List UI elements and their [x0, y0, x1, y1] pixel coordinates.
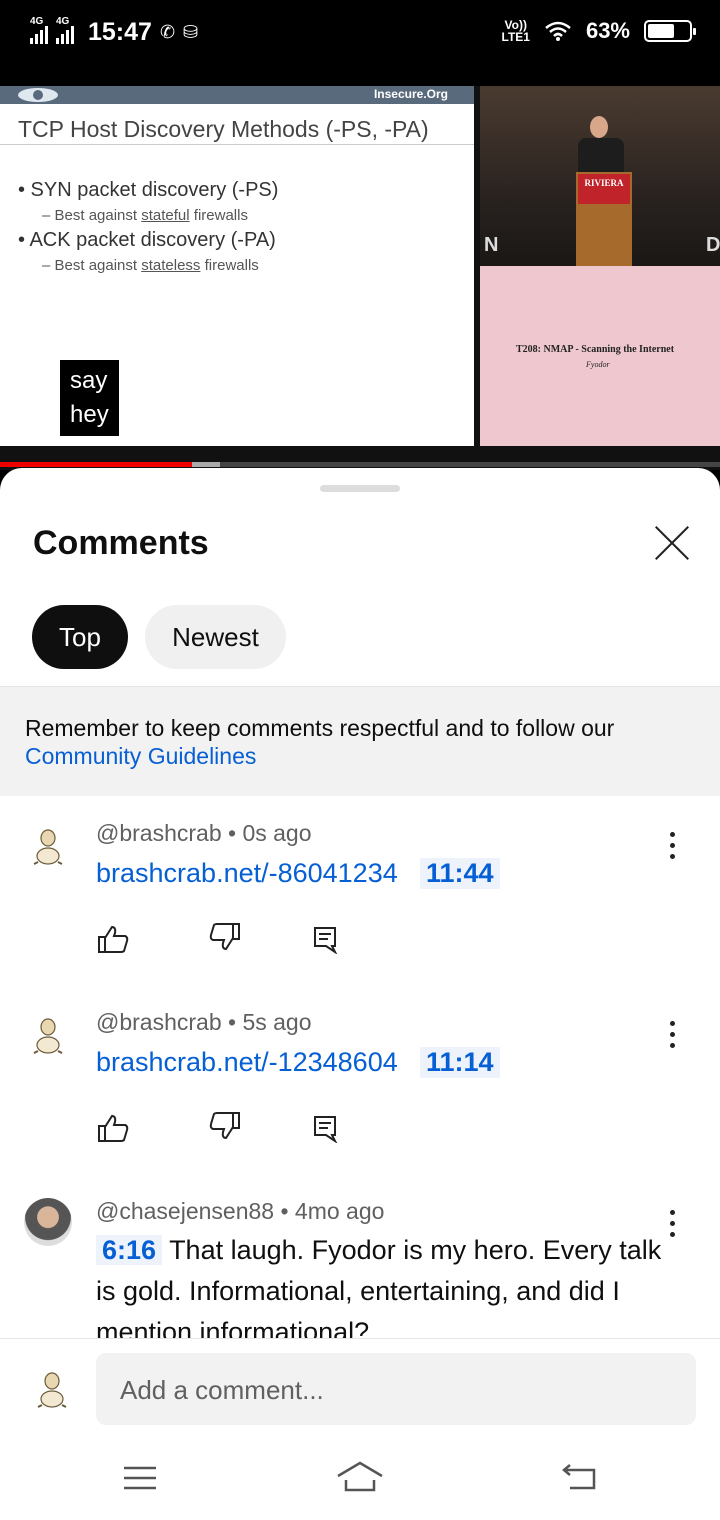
back-icon[interactable] — [560, 1462, 598, 1492]
video-slide: Insecure.Org TCP Host Discovery Methods … — [0, 86, 474, 446]
slide-subbullet: – Best against stateless firewalls — [42, 257, 259, 274]
more-options-icon[interactable] — [660, 1210, 684, 1238]
more-options-icon[interactable] — [660, 832, 684, 860]
progress-played — [0, 462, 193, 467]
talk-speaker: Fyodor — [586, 360, 610, 369]
volte-indicator: Vo)) LTE1 — [501, 18, 530, 44]
comment-timestamp[interactable]: 11:44 — [420, 858, 500, 889]
slide-brand: Insecure.Org — [373, 87, 448, 101]
battery-percent: 63% — [585, 18, 630, 43]
comment-text: 6:16 That laugh. Fyodor is my hero. Ever… — [96, 1235, 662, 1338]
video-caption: say hey — [60, 360, 119, 436]
comment-link[interactable]: brashcrab.net/-86041234 — [96, 858, 398, 889]
slide-bullet: • ACK packet discovery (-PA) — [18, 229, 276, 251]
avatar[interactable] — [30, 826, 66, 866]
comment-meta: @brashcrab • 0s ago — [96, 820, 312, 846]
drag-handle[interactable] — [320, 485, 400, 492]
slide-title: TCP Host Discovery Methods (-PS, -PA) — [18, 116, 429, 142]
community-guidelines-link[interactable]: Community Guidelines — [25, 743, 256, 770]
comment-link[interactable]: brashcrab.net/-12348604 — [96, 1047, 398, 1078]
talk-title-card: T208: NMAP - Scanning the Internet Fyodo… — [480, 266, 720, 446]
notice-text: Remember to keep comments respectful and… — [25, 715, 615, 741]
signal-strength-icon: 4G — [30, 16, 48, 44]
system-nav-bar — [0, 1438, 720, 1520]
menu-icon[interactable] — [122, 1464, 158, 1492]
home-icon[interactable] — [336, 1460, 384, 1494]
network-type-label-2: 4G — [56, 15, 70, 27]
sort-chip-newest[interactable]: Newest — [145, 605, 286, 669]
dislike-icon[interactable] — [208, 1111, 242, 1141]
avatar — [37, 1372, 67, 1408]
comments-title: Comments — [33, 524, 209, 562]
wifi-icon — [545, 21, 571, 41]
slide-header: Insecure.Org — [0, 86, 474, 104]
close-icon[interactable] — [646, 516, 698, 568]
comment-meta: @brashcrab • 5s ago — [96, 1009, 312, 1035]
comment-meta: @chasejensen88 • 4mo ago — [96, 1198, 385, 1224]
sort-chip-top[interactable]: Top — [32, 605, 128, 669]
video-progress-bar[interactable] — [0, 448, 720, 470]
talk-title: T208: NMAP - Scanning the Internet — [516, 344, 675, 355]
clock: 15:47 — [88, 18, 152, 46]
reply-icon[interactable] — [310, 1113, 344, 1143]
call-icon: ✆ — [159, 22, 176, 42]
data-saver-icon: ⛁ — [183, 22, 199, 42]
network-type-label: 4G — [30, 15, 44, 27]
slide-bullet: • SYN packet discovery (-PS) — [18, 179, 279, 201]
like-icon[interactable] — [96, 1113, 130, 1143]
dislike-icon[interactable] — [208, 922, 242, 952]
add-comment-input[interactable]: Add a comment... — [96, 1353, 696, 1425]
slide-subbullet: – Best against stateful firewalls — [42, 207, 248, 224]
eye-logo-icon — [18, 88, 58, 102]
signal-strength-icon-2: 4G — [56, 16, 74, 44]
comment-timestamp[interactable]: 11:14 — [420, 1047, 500, 1078]
status-bar: 4G 4G 15:47 ✆ ⛁ Vo)) LTE1 63% — [0, 0, 720, 86]
comment-timestamp[interactable]: 6:16 — [96, 1235, 163, 1265]
add-comment-bar: Add a comment... — [0, 1338, 720, 1438]
video-player[interactable]: Insecure.Org TCP Host Discovery Methods … — [0, 86, 720, 448]
avatar[interactable] — [30, 1015, 66, 1055]
avatar[interactable] — [24, 1198, 72, 1246]
battery-icon — [644, 20, 696, 42]
reply-icon[interactable] — [310, 924, 344, 954]
podium-sign: RIVIERA — [578, 174, 630, 204]
community-notice: Remember to keep comments respectful and… — [0, 686, 720, 796]
speaker-camera-view: RIVIERA N D — [480, 86, 720, 266]
more-options-icon[interactable] — [660, 1021, 684, 1049]
like-icon[interactable] — [96, 924, 130, 954]
comment-item: @chasejensen88 • 4mo ago 6:16 That laugh… — [0, 1196, 720, 1338]
